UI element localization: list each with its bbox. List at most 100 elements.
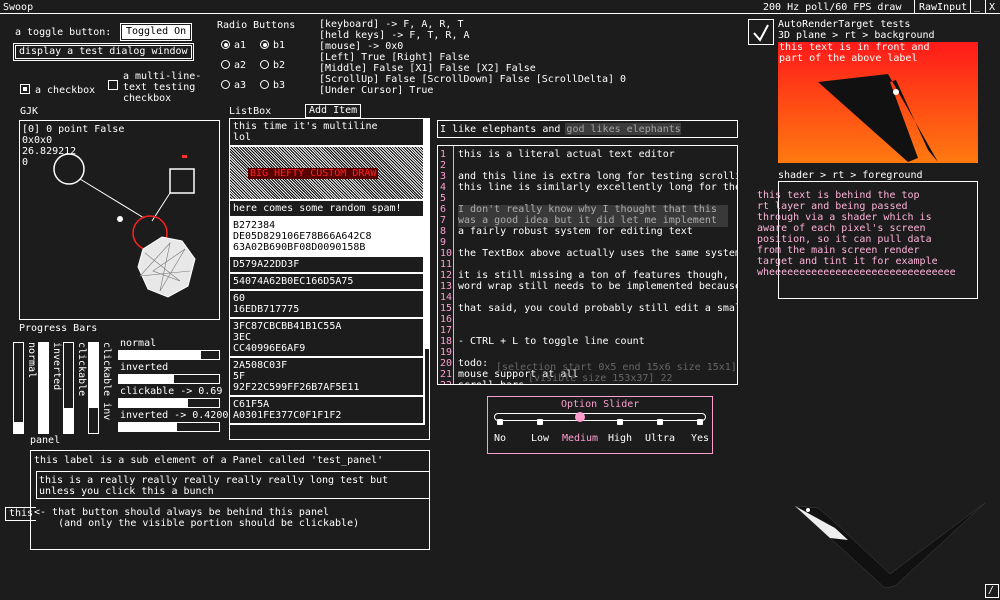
line-number: 1 (440, 149, 447, 160)
line-number: 12 (440, 270, 453, 281)
horizontal-progress-label: normal (120, 338, 157, 349)
horizontal-progress-bar[interactable] (118, 398, 220, 408)
line-number: 9 (440, 237, 447, 248)
list-item[interactable]: D579A22DD3F (230, 257, 423, 274)
line-number: 18 (440, 336, 453, 347)
editor-line: 18 - CTRL + L to toggle line count (438, 336, 737, 347)
editor-line: 2 (438, 160, 737, 171)
autorender-title: AutoRenderTarget tests (778, 19, 911, 30)
panel-note: <- that button should always be behind t… (34, 507, 360, 529)
gjk-canvas[interactable]: [0] 0 point False 0x0x0 26.829212 0 (19, 120, 220, 320)
horizontal-progress-bar[interactable] (118, 422, 220, 432)
raw-input-toggle[interactable]: RawInput (919, 2, 967, 13)
test-panel: this label is a sub element of a Panel c… (30, 450, 430, 550)
gjk-shapes (53, 153, 196, 298)
list-item-custom-draw[interactable]: BIG HEFTY CUSTOM DRAW (230, 147, 423, 201)
vertical-progress-bar (13, 342, 24, 434)
horizontal-progress-label: inverted (120, 362, 169, 373)
text-selection (565, 123, 681, 135)
multiline-checkbox[interactable] (108, 80, 118, 90)
line-text: this is a literal actual text editor (458, 149, 675, 160)
fps-status: 200 Hz poll/60 FPS draw (763, 2, 902, 13)
line-number: 22 (440, 380, 452, 384)
radio-a2-label: a2 (234, 60, 247, 71)
editor-line: 10 the TextBox above actually uses the sa… (438, 248, 738, 259)
line-text: and this line is extra long for testing … (458, 171, 738, 182)
list-item[interactable]: 3FC87CBCBB41B1C55A 3EC CC40996E6AF9 (230, 319, 423, 358)
listbox-scrollbar[interactable] (424, 119, 429, 349)
radio-a1[interactable] (221, 40, 230, 49)
line-number: 19 (440, 347, 453, 358)
editor-lines: 1 this is a literal actual text editor 2 3 a… (438, 149, 738, 384)
slider-tick[interactable] (617, 419, 623, 425)
add-item-button[interactable]: Add Item (305, 104, 362, 118)
editor-line: 11 (438, 259, 737, 270)
close-button[interactable]: X (989, 2, 995, 13)
list-item[interactable]: this time it's multiline lol (230, 119, 423, 147)
vertical-progress-label: normal (26, 342, 37, 379)
progress-fill (119, 399, 188, 407)
editor-line: 8 a fairly robust system for editing text (438, 226, 737, 237)
minimize-button[interactable]: _ (974, 1, 980, 12)
editor-line: 19 (438, 347, 737, 358)
toggle-label: a toggle button: (15, 27, 112, 38)
vertical-progress-bar[interactable] (88, 342, 99, 434)
editor-line: 9 (438, 237, 737, 248)
radio-b2[interactable] (260, 60, 269, 69)
radio-a1-label: a1 (234, 40, 247, 51)
checkbox-label: a checkbox (35, 85, 96, 96)
text-editor[interactable]: 1 this is a literal actual text editor 2 3 a… (437, 145, 738, 385)
progress-fill (14, 422, 23, 433)
line-text: word wrap still needs to be implemented … (458, 281, 738, 292)
radio-a2[interactable] (221, 60, 230, 69)
slider-tick[interactable] (537, 419, 543, 425)
radio-b1[interactable] (260, 40, 269, 49)
slider-tick[interactable] (497, 419, 503, 425)
slider-tick[interactable] (657, 419, 663, 425)
dialog-button[interactable]: display a test dialog window (13, 43, 194, 61)
progress-fill (119, 351, 201, 359)
line-number: 16 (440, 314, 453, 325)
radio-b3[interactable] (260, 80, 269, 89)
toggle-button[interactable]: Toggled On (119, 23, 193, 41)
slider-track[interactable] (494, 413, 706, 421)
list-item[interactable]: 2A508C03F 5F 92F22C599FF26B7AF5E11 (230, 358, 423, 397)
line-text: - CTRL + L to toggle line count (458, 336, 645, 347)
selection-info: [selection start 0x5 end 15x6 size 15x1] (496, 362, 737, 373)
editor-line: 12 it is still missing a ton of features … (438, 270, 737, 281)
editor-line: 15 that said, you could probably still ed… (438, 303, 737, 314)
radio-a3-label: a3 (234, 80, 247, 91)
list-item[interactable]: 54074A62B0EC166D5A75 (230, 274, 423, 291)
line-number: 7 (440, 215, 447, 226)
list-item[interactable]: C61F5A A0301FE377C0F1F1F2 (230, 397, 423, 425)
progress-fill (119, 375, 174, 383)
slider-tick[interactable] (697, 419, 703, 425)
radio-b1-label: b1 (273, 40, 286, 51)
listbox[interactable]: this time it's multiline lol BIG HEFTY C… (229, 118, 430, 440)
radio-b3-label: b3 (273, 80, 286, 91)
list-item[interactable]: B272384 DE05D829106E78B66A642C8 63A02B69… (230, 218, 423, 257)
list-item[interactable]: here comes some random spam! (230, 201, 423, 218)
line-number: 14 (440, 292, 453, 303)
long-text-button[interactable]: this is a really really really really re… (36, 471, 429, 499)
checkbox[interactable] (20, 84, 30, 94)
front-label: this text is in front and part of the ab… (779, 42, 930, 64)
option-slider-panel: Option Slider No Low Medium High Ultra Yes (487, 396, 713, 454)
list-item[interactable]: 60 16EDB717775 (230, 291, 423, 319)
slider-title: Option Slider (561, 399, 640, 410)
line-text: the TextBox above actually uses the same… (458, 248, 738, 259)
behind-button[interactable]: this (5, 507, 37, 521)
slider-handle[interactable] (575, 412, 585, 422)
input-line: [Left] True [Right] False (319, 52, 470, 63)
radio-a3[interactable] (221, 80, 230, 89)
text-box[interactable]: I like elephants and god likes elephants (437, 120, 738, 138)
progress-fill (119, 423, 177, 431)
corner-button[interactable]: / (985, 584, 999, 598)
line-number: 13 (440, 281, 453, 292)
line-number: 4 (440, 182, 447, 193)
vertical-progress-bar[interactable] (63, 342, 74, 434)
line-text: scroll bars (458, 380, 524, 384)
line-number: 8 (440, 226, 447, 237)
bird-silhouette-icon (794, 502, 986, 589)
line-number: 3 (440, 171, 447, 182)
